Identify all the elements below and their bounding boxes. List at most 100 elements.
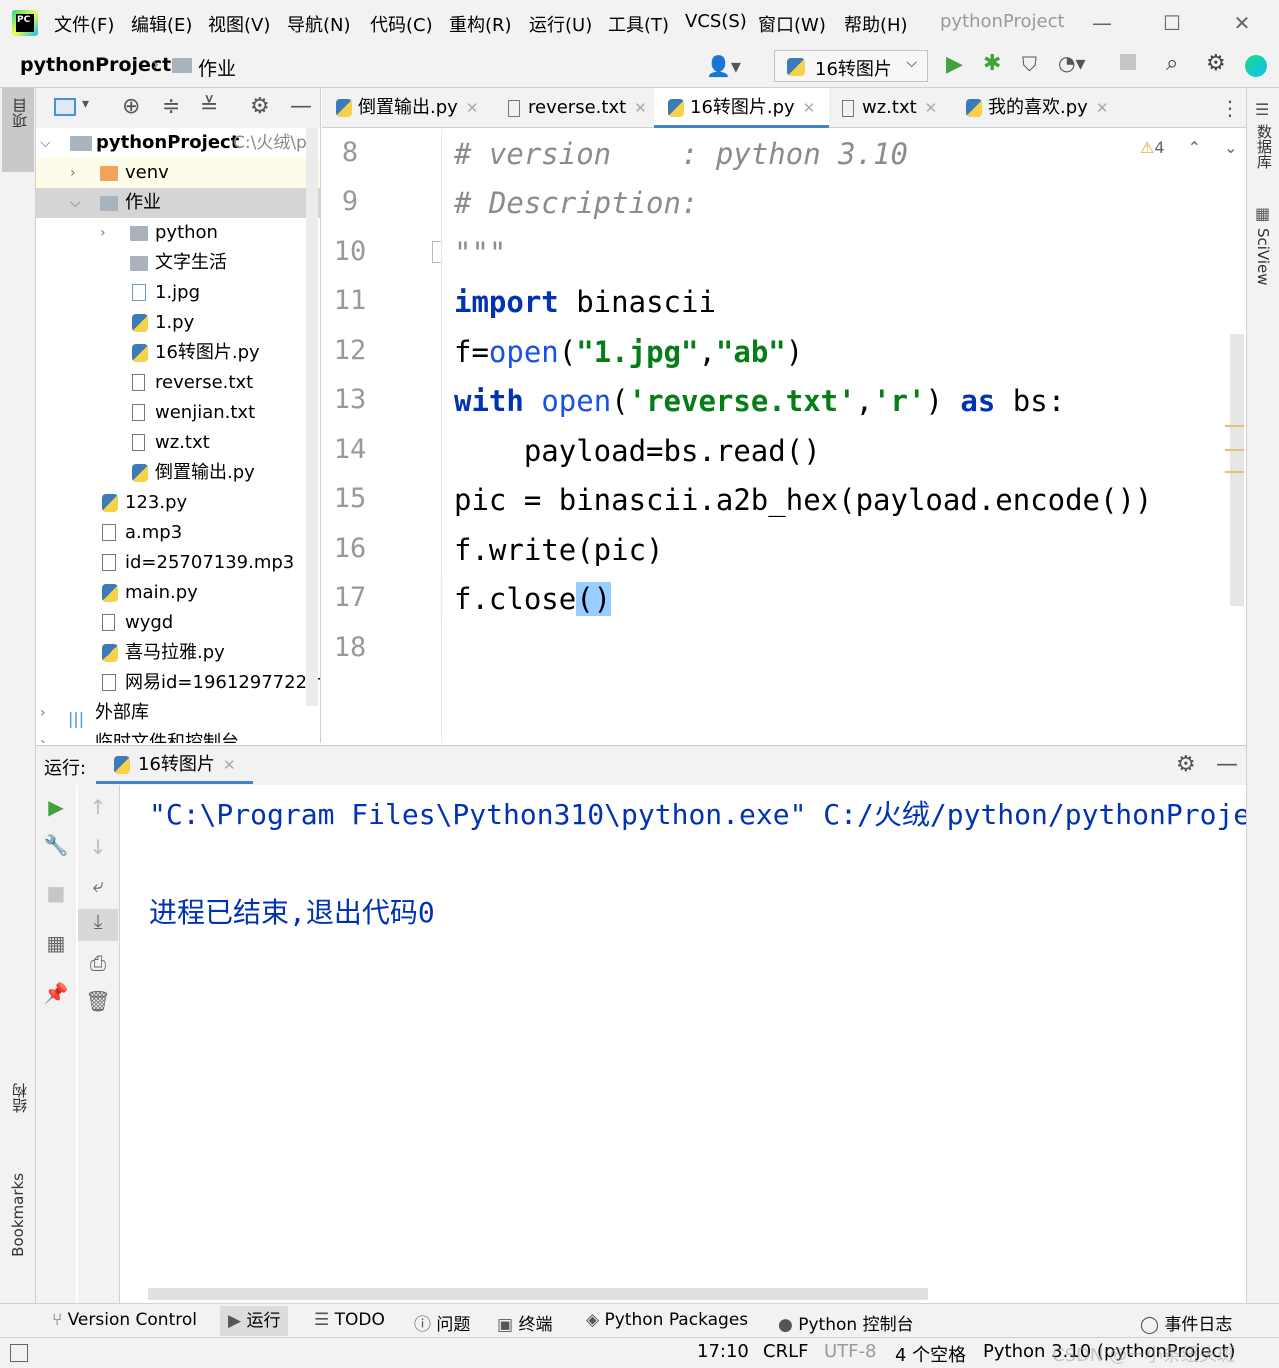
code-with-me-icon[interactable] bbox=[1245, 55, 1267, 77]
close-tab-icon[interactable]: ✕ bbox=[803, 99, 816, 117]
caret-position[interactable]: 17:10 bbox=[697, 1341, 749, 1362]
tab-file[interactable]: 倒置输出.py ✕ bbox=[336, 88, 478, 128]
close-tab-icon[interactable]: ✕ bbox=[223, 756, 236, 774]
menu-vcs[interactable]: VCS(S) bbox=[685, 11, 747, 32]
tree-item[interactable]: 网易id=1961297722.m bbox=[36, 668, 320, 698]
settings-gear-icon[interactable]: ⚙ bbox=[1176, 752, 1196, 777]
tree-item[interactable]: a.mp3 bbox=[36, 518, 320, 548]
close-icon[interactable]: ✕ bbox=[1222, 8, 1262, 38]
more-tabs-icon[interactable]: ⋮ bbox=[1220, 96, 1240, 120]
tree-item[interactable]: 16转图片.py bbox=[36, 338, 320, 368]
hide-icon[interactable]: — bbox=[1216, 752, 1238, 777]
editor-scrollbar[interactable] bbox=[1230, 334, 1244, 606]
project-tool-tab[interactable]: 项目 bbox=[2, 88, 34, 172]
run-configuration-select[interactable]: 16转图片 ⌵ bbox=[774, 50, 928, 82]
line-separator[interactable]: CRLF bbox=[763, 1341, 808, 1362]
stop-icon[interactable]: ■ bbox=[36, 881, 76, 905]
version-control-tab[interactable]: ⑂ Version Control bbox=[52, 1310, 197, 1330]
run-tool-tab[interactable]: ▶ 运行 bbox=[220, 1306, 289, 1336]
tree-item[interactable]: 123.py bbox=[36, 488, 320, 518]
python-packages-tab[interactable]: ◈ Python Packages bbox=[586, 1310, 748, 1330]
tree-item[interactable]: › ||| 外部库 bbox=[36, 698, 320, 728]
inspection-widget[interactable]: ⚠4 ⌃ ⌄ bbox=[1140, 138, 1238, 157]
event-log-tab[interactable]: ◯ 事件日志 bbox=[1140, 1310, 1232, 1335]
console-horizontal-scrollbar[interactable] bbox=[148, 1288, 928, 1300]
menu-edit[interactable]: 编辑(E) bbox=[131, 11, 192, 37]
layout-icon[interactable]: ▦ bbox=[36, 931, 76, 955]
close-tab-icon[interactable]: ✕ bbox=[634, 99, 647, 117]
terminal-tab[interactable]: ▣ 终端 bbox=[497, 1310, 552, 1335]
stop-icon[interactable] bbox=[1120, 54, 1136, 70]
database-tab[interactable]: 数据库 bbox=[1254, 124, 1275, 169]
print-icon[interactable]: ⎙ bbox=[78, 951, 118, 975]
chevron-down-icon[interactable]: ▾ bbox=[82, 96, 89, 112]
minimize-icon[interactable]: — bbox=[1082, 8, 1122, 38]
tree-item[interactable]: › venv bbox=[36, 158, 320, 188]
tree-item[interactable]: reverse.txt bbox=[36, 368, 320, 398]
breadcrumb-folder[interactable]: 作业 bbox=[198, 54, 236, 81]
warning-marker[interactable] bbox=[1225, 425, 1244, 427]
breadcrumb-project[interactable]: pythonProject bbox=[20, 54, 171, 76]
tree-item[interactable]: id=25707139.mp3 bbox=[36, 548, 320, 578]
menu-refactor[interactable]: 重构(R) bbox=[449, 11, 512, 37]
wrench-icon[interactable]: 🔧 bbox=[36, 833, 76, 857]
collapse-all-icon[interactable]: ≚ bbox=[200, 94, 218, 119]
tab-file-active[interactable]: 16转图片.py ✕ bbox=[654, 88, 830, 128]
file-encoding[interactable]: UTF-8 bbox=[824, 1341, 876, 1362]
problems-tab[interactable]: ⓘ 问题 bbox=[414, 1310, 470, 1335]
warning-marker[interactable] bbox=[1225, 449, 1244, 451]
tree-root[interactable]: ⌵ pythonProject C:\火绒\py bbox=[36, 128, 320, 158]
run-icon[interactable]: ▶ bbox=[946, 52, 963, 77]
python-console-tab[interactable]: ● Python 控制台 bbox=[778, 1310, 914, 1335]
menu-window[interactable]: 窗口(W) bbox=[758, 11, 826, 37]
arrow-down-icon[interactable]: ↓ bbox=[78, 835, 118, 859]
debug-icon[interactable]: ✱ bbox=[983, 51, 1001, 76]
sciview-tab[interactable]: SciView bbox=[1254, 228, 1272, 286]
expand-all-icon[interactable]: ≑ bbox=[162, 94, 180, 119]
run-tab[interactable]: 16转图片 ✕ bbox=[96, 746, 254, 784]
toggle-tool-windows-icon[interactable] bbox=[10, 1344, 28, 1362]
close-tab-icon[interactable]: ✕ bbox=[466, 99, 479, 117]
soft-wrap-icon[interactable]: ⤶ bbox=[78, 873, 118, 897]
console-output[interactable]: "C:\Program Files\Python310\python.exe" … bbox=[121, 785, 1246, 1303]
tree-item[interactable]: › 临时文件和控制台 bbox=[36, 728, 320, 743]
close-tab-icon[interactable]: ✕ bbox=[925, 99, 938, 117]
tab-file[interactable]: reverse.txt ✕ bbox=[508, 88, 647, 128]
warning-marker[interactable] bbox=[1225, 471, 1244, 473]
menu-tools[interactable]: 工具(T) bbox=[608, 11, 669, 37]
menu-view[interactable]: 视图(V) bbox=[208, 11, 270, 37]
maximize-icon[interactable]: ☐ bbox=[1152, 8, 1192, 38]
chevron-up-icon[interactable]: ⌃ bbox=[1188, 138, 1201, 157]
menu-navigate[interactable]: 导航(N) bbox=[287, 11, 351, 37]
project-view-icon[interactable] bbox=[54, 98, 76, 116]
bookmarks-tab[interactable]: Bookmarks bbox=[9, 1173, 27, 1257]
tree-item[interactable]: › python bbox=[36, 218, 320, 248]
tree-item[interactable]: 文字生活 bbox=[36, 248, 320, 278]
code-editor[interactable]: # version : python 3.10 # Description: "… bbox=[441, 129, 1244, 743]
options-gear-icon[interactable]: ⚙ bbox=[250, 94, 270, 119]
tab-file[interactable]: 我的喜欢.py ✕ bbox=[966, 88, 1108, 128]
project-scrollbar[interactable] bbox=[306, 128, 318, 706]
tree-item-selected[interactable]: ⌵ 作业 bbox=[36, 188, 320, 218]
search-icon[interactable]: ⌕ bbox=[1166, 51, 1178, 76]
settings-gear-icon[interactable]: ⚙ bbox=[1206, 51, 1226, 76]
scroll-to-end-icon[interactable]: ⤓ bbox=[78, 909, 118, 941]
user-icon[interactable]: 👤▾ bbox=[706, 54, 741, 78]
tree-item[interactable]: wenjian.txt bbox=[36, 398, 320, 428]
tab-file[interactable]: wz.txt ✕ bbox=[842, 88, 937, 128]
coverage-icon[interactable]: ⛉ bbox=[1022, 52, 1037, 76]
menu-file[interactable]: 文件(F) bbox=[54, 11, 114, 37]
chevron-down-icon[interactable]: ⌄ bbox=[1224, 138, 1237, 157]
menu-run[interactable]: 运行(U) bbox=[529, 11, 592, 37]
menu-help[interactable]: 帮助(H) bbox=[844, 11, 908, 37]
indent-setting[interactable]: 4 个空格 bbox=[895, 1341, 966, 1367]
hide-icon[interactable]: — bbox=[290, 94, 312, 119]
todo-tab[interactable]: ☰ TODO bbox=[314, 1310, 385, 1330]
structure-tab[interactable]: 结构 bbox=[9, 1083, 30, 1113]
tree-item[interactable]: 喜马拉雅.py bbox=[36, 638, 320, 668]
pin-icon[interactable]: 📌 bbox=[36, 981, 76, 1005]
tree-item[interactable]: 1.jpg bbox=[36, 278, 320, 308]
rerun-icon[interactable]: ▶ bbox=[36, 795, 76, 819]
profile-icon[interactable]: ◔▾ bbox=[1058, 51, 1086, 75]
tree-item[interactable]: wz.txt bbox=[36, 428, 320, 458]
